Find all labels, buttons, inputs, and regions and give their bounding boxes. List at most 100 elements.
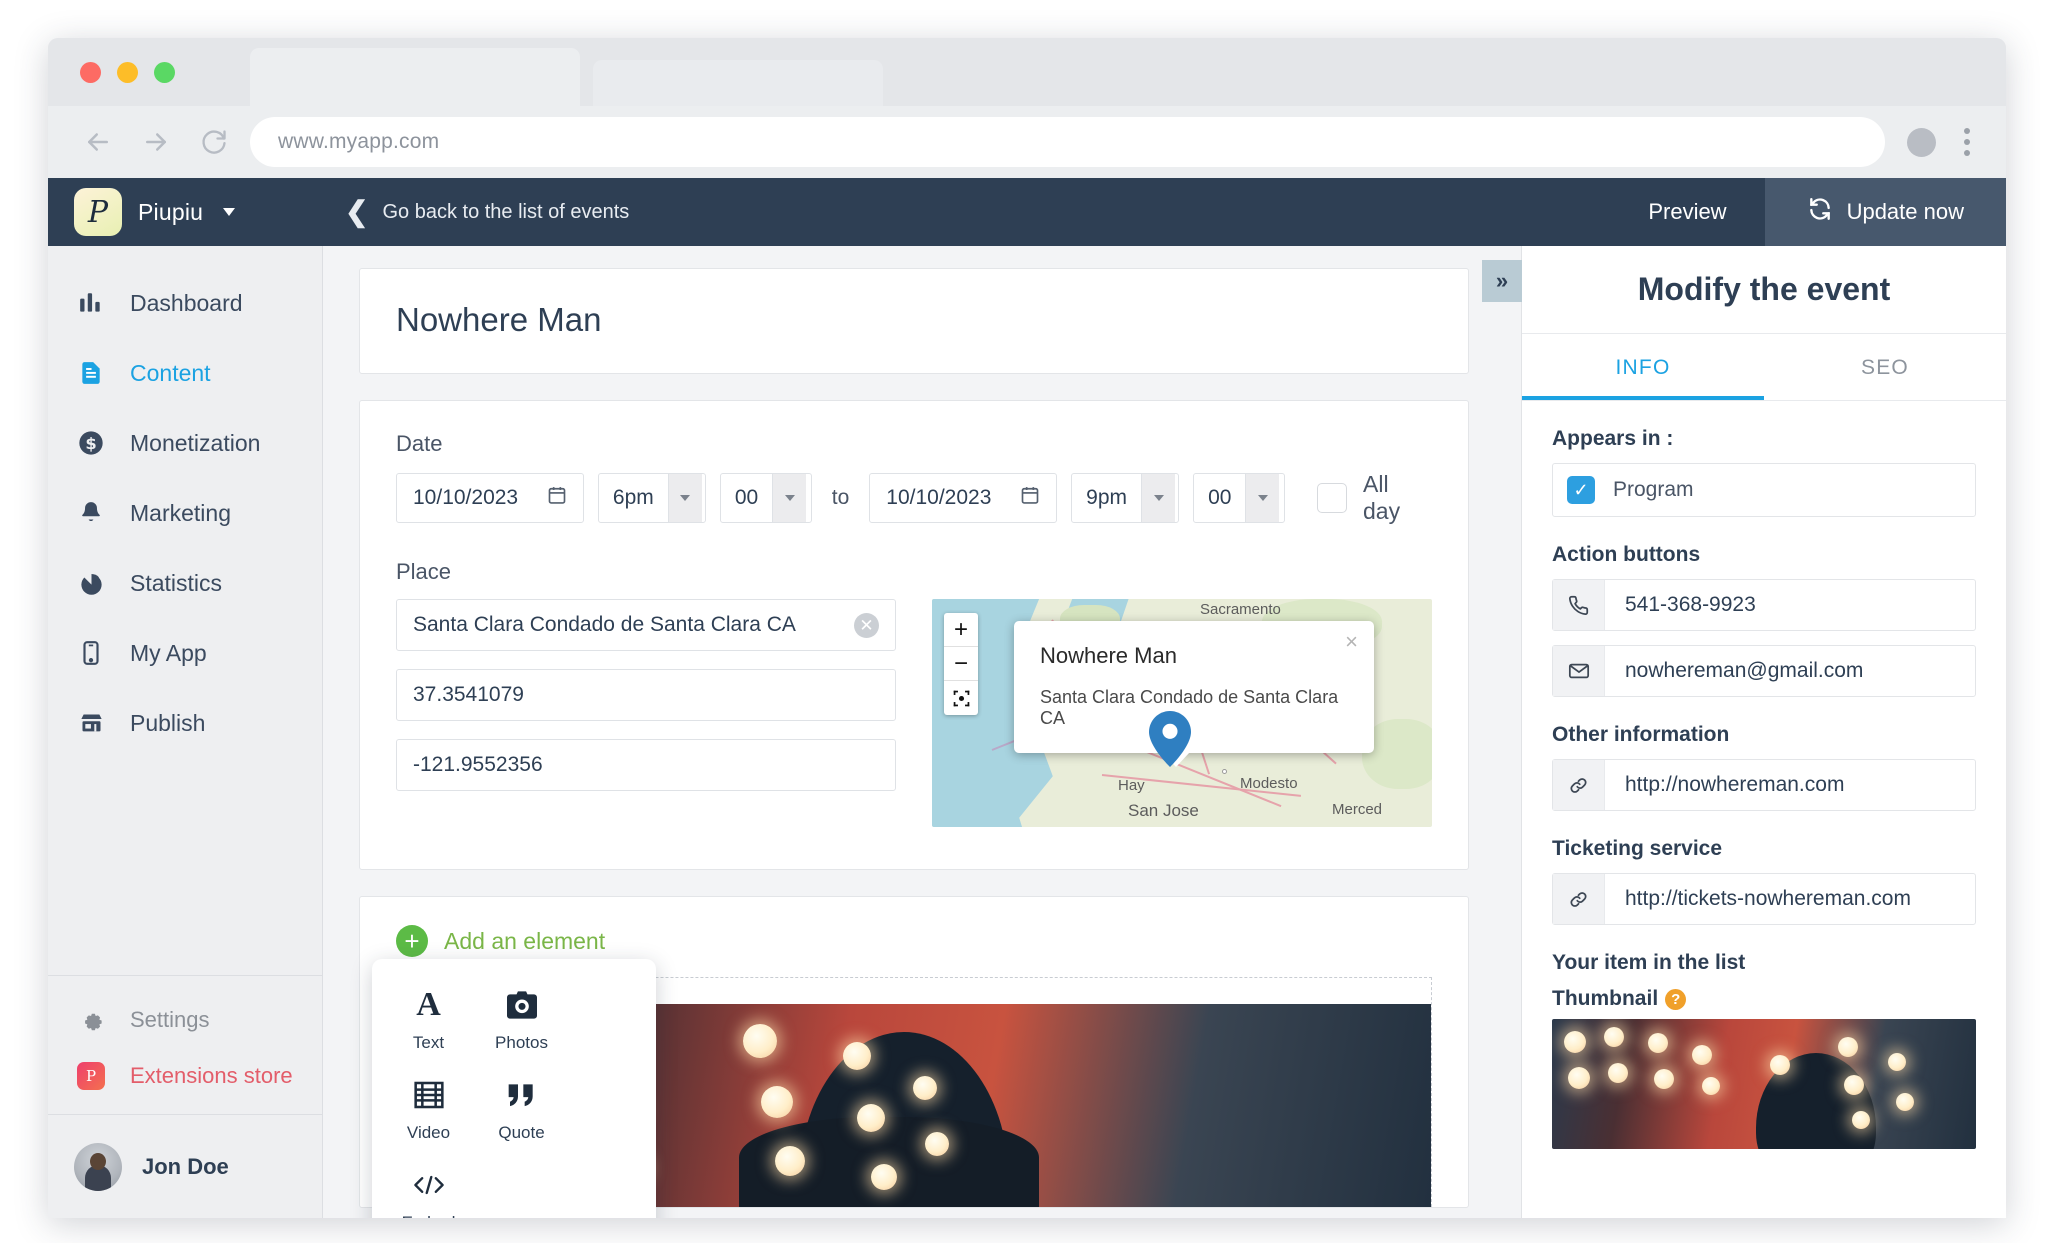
chevron-down-icon [667, 474, 702, 522]
calendar-icon[interactable] [1020, 485, 1040, 511]
longitude-input[interactable]: -121.9552356 [396, 739, 896, 791]
preview-button[interactable]: Preview [1610, 178, 1764, 246]
close-icon[interactable]: × [1345, 631, 1358, 653]
start-hour-select[interactable]: 6pm [597, 473, 706, 523]
clear-icon[interactable]: ✕ [854, 612, 879, 638]
map-fullscreen-button[interactable] [944, 681, 978, 715]
start-minute-select[interactable]: 00 [719, 473, 812, 523]
update-now-button[interactable]: Update now [1764, 178, 2006, 246]
sidebar-item-label: My App [130, 639, 207, 666]
kebab-menu-icon[interactable] [1950, 128, 1984, 156]
add-element-option-embed[interactable]: Embed [382, 1165, 475, 1218]
date-range-separator: to [831, 486, 850, 509]
add-element-option-video[interactable]: Video [382, 1075, 475, 1143]
sidebar-item-marketing[interactable]: Marketing [48, 478, 322, 548]
event-title-input[interactable]: Nowhere Man [396, 301, 1432, 339]
ticketing-service-label: Ticketing service [1552, 837, 1723, 860]
gear-icon [74, 1007, 108, 1034]
quote-icon [475, 1075, 568, 1115]
brand-menu[interactable]: P Piupiu [48, 178, 323, 246]
sidebar-item-dashboard[interactable]: Dashboard [48, 268, 322, 338]
sidebar-item-publish[interactable]: Publish [48, 688, 322, 758]
browser-window: www.myapp.com P Piupiu ❮ Go back to the … [48, 38, 2006, 1218]
go-back-link[interactable]: ❮ Go back to the list of events [345, 198, 629, 226]
sidebar-item-label: Monetization [130, 429, 261, 456]
envelope-icon [1553, 646, 1605, 696]
browser-profile-avatar[interactable] [1907, 127, 1936, 157]
map-label: Merced [1332, 801, 1383, 818]
calendar-icon[interactable] [547, 485, 567, 511]
sidebar-item-label: Settings [130, 1007, 210, 1032]
phone-field[interactable]: 541-368-9923 [1552, 579, 1976, 631]
reload-icon[interactable] [192, 120, 236, 164]
website-field[interactable]: http://nowhereman.com [1552, 759, 1976, 811]
thumbnail-label: Thumbnail [1552, 987, 1659, 1010]
location-map[interactable]: Sacramento Modesto Merced Hay San Jose +… [932, 599, 1432, 827]
minimize-window-button[interactable] [117, 62, 138, 83]
smartphone-icon [74, 640, 108, 666]
end-minute-select[interactable]: 00 [1193, 473, 1286, 523]
sidebar: Dashboard Content $ Monetization Marketi… [48, 246, 323, 1218]
map-label: Sacramento [1200, 601, 1281, 618]
end-minute-value: 00 [1208, 486, 1232, 509]
place-address-input[interactable]: Santa Clara Condado de Santa Clara CA ✕ [396, 599, 896, 651]
map-marker-pin[interactable] [1148, 711, 1192, 772]
end-date-value: 10/10/2023 [886, 486, 992, 509]
extensions-store-icon: P [74, 1062, 108, 1090]
tab-info[interactable]: INFO [1522, 334, 1764, 400]
browser-tab-active[interactable] [250, 48, 580, 106]
document-icon [74, 360, 108, 386]
end-date-input[interactable]: 10/10/2023 [869, 473, 1058, 523]
bell-icon [74, 500, 108, 526]
add-element-option-text[interactable]: A Text [382, 985, 475, 1053]
maximize-window-button[interactable] [154, 62, 175, 83]
avatar [74, 1142, 122, 1191]
map-popup-address: Santa Clara Condado de Santa Clara CA [1040, 687, 1339, 728]
place-address-value: Santa Clara Condado de Santa Clara CA [413, 613, 796, 636]
ticketing-value: http://tickets-nowhereman.com [1625, 887, 1911, 910]
sidebar-user[interactable]: Jon Doe [48, 1114, 322, 1218]
back-icon[interactable] [76, 120, 120, 164]
all-day-checkbox[interactable] [1317, 483, 1347, 513]
sidebar-item-extensions-store[interactable]: P Extensions store [48, 1048, 322, 1104]
sidebar-item-settings[interactable]: Settings [48, 992, 322, 1048]
close-window-button[interactable] [80, 62, 101, 83]
map-zoom-in-button[interactable]: + [944, 613, 978, 647]
ticketing-field[interactable]: http://tickets-nowhereman.com [1552, 873, 1976, 925]
sidebar-item-content[interactable]: Content [48, 338, 322, 408]
sidebar-item-my-app[interactable]: My App [48, 618, 322, 688]
option-label: Video [406, 1123, 451, 1142]
add-element-option-photos[interactable]: Photos [475, 985, 568, 1053]
action-buttons-label: Action buttons [1552, 543, 1701, 566]
all-day-toggle[interactable]: All day [1317, 471, 1432, 525]
end-hour-select[interactable]: 9pm [1071, 473, 1180, 523]
add-element-label: Add an element [444, 927, 606, 954]
appears-in-program-row[interactable]: ✓ Program [1552, 463, 1976, 517]
chevron-double-right-icon[interactable]: » [1482, 260, 1522, 302]
email-field[interactable]: nowhereman@gmail.com [1552, 645, 1976, 697]
sidebar-item-statistics[interactable]: Statistics [48, 548, 322, 618]
all-day-label: All day [1363, 471, 1401, 524]
thumbnail-image[interactable] [1552, 1019, 1976, 1149]
program-checkbox[interactable]: ✓ [1567, 476, 1595, 504]
start-minute-value: 00 [734, 486, 759, 509]
start-date-input[interactable]: 10/10/2023 [396, 473, 584, 523]
right-panel-title: Modify the event [1522, 246, 2006, 334]
place-label: Place [396, 559, 452, 584]
map-zoom-controls: + − [944, 613, 978, 715]
forward-icon[interactable] [134, 120, 178, 164]
option-label: Text [412, 1033, 445, 1052]
browser-tab-inactive[interactable] [593, 60, 883, 106]
tab-seo[interactable]: SEO [1764, 334, 2006, 400]
add-element-option-quote[interactable]: Quote [475, 1075, 568, 1143]
end-hour-value: 9pm [1086, 486, 1128, 509]
svg-text:$: $ [85, 434, 96, 453]
add-element-button[interactable]: + Add an element [396, 925, 1432, 957]
dollar-circle-icon: $ [74, 429, 108, 457]
help-circle-icon[interactable]: ? [1665, 988, 1687, 1010]
place-fields: Santa Clara Condado de Santa Clara CA ✕ … [396, 599, 896, 827]
sidebar-item-monetization[interactable]: $ Monetization [48, 408, 322, 478]
url-input[interactable]: www.myapp.com [250, 117, 1885, 167]
map-zoom-out-button[interactable]: − [944, 647, 978, 681]
latitude-input[interactable]: 37.3541079 [396, 669, 896, 721]
